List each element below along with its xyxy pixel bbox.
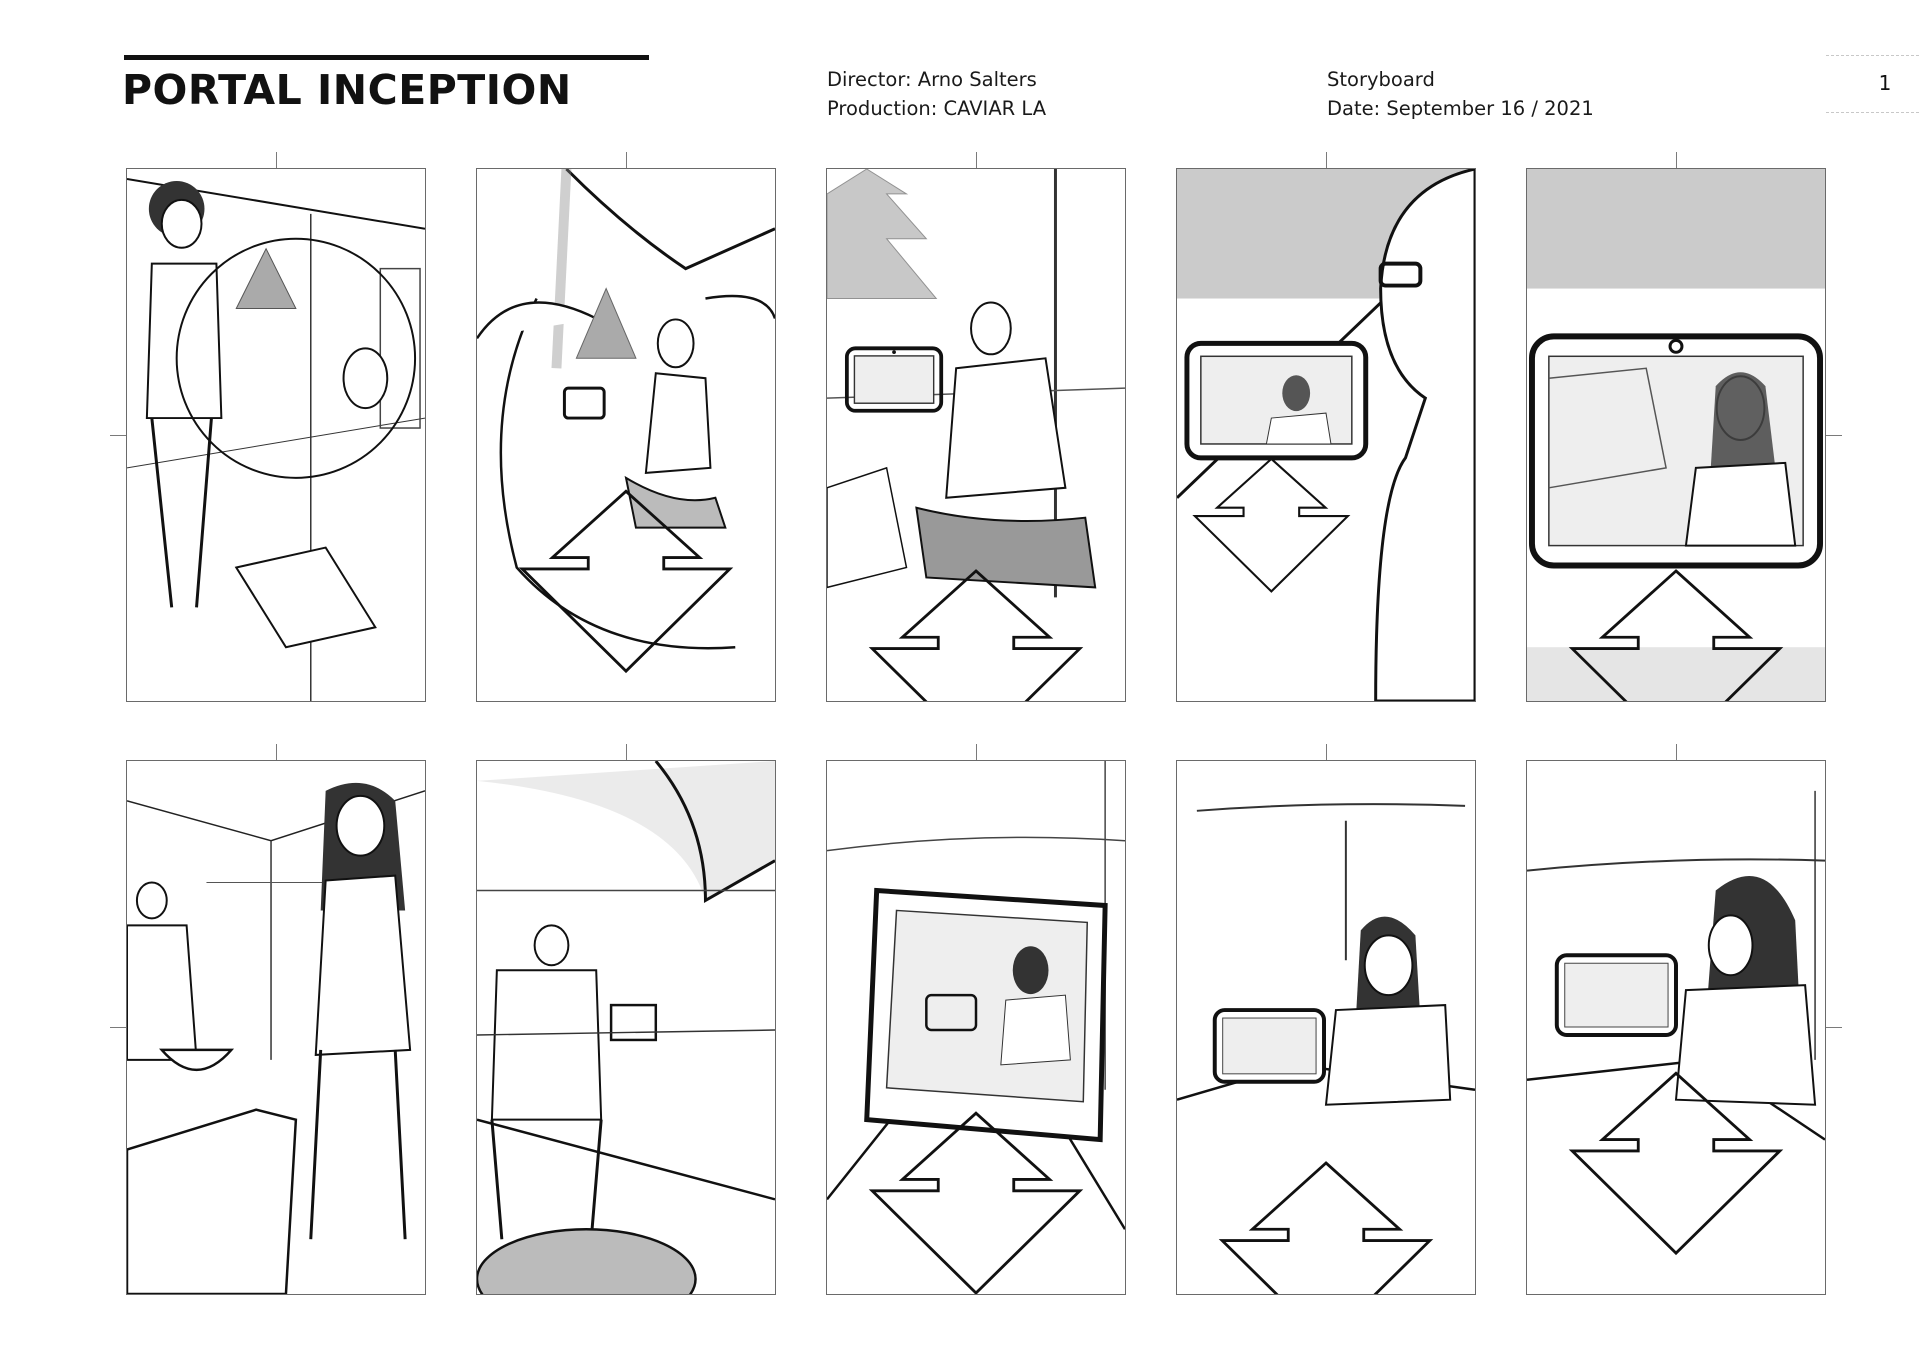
storyboard-panel-2 xyxy=(476,168,776,702)
panel-3-sketch xyxy=(827,169,1125,701)
production-line: Production: CAVIAR LA xyxy=(827,97,1047,120)
storyboard-panel-7 xyxy=(476,760,776,1295)
storyboard-panel-5 xyxy=(1526,168,1826,702)
page-number-box: 1 xyxy=(1826,55,1920,113)
storyboard-panel-10 xyxy=(1526,760,1826,1295)
title-rule xyxy=(124,55,649,60)
page-number: 1 xyxy=(1878,71,1892,95)
document-type: Storyboard xyxy=(1327,68,1435,91)
storyboard-panel-1 xyxy=(126,168,426,702)
storyboard-panel-9 xyxy=(1176,760,1476,1295)
storyboard-panel-4 xyxy=(1176,168,1476,702)
credits-block: Director: Arno Salters Production: CAVIA… xyxy=(827,65,1046,123)
document-date: Date: September 16 / 2021 xyxy=(1327,97,1594,120)
panel-4-sketch xyxy=(1177,169,1475,701)
panel-8-sketch xyxy=(827,761,1125,1294)
panel-7-sketch xyxy=(477,761,775,1294)
panel-10-sketch xyxy=(1527,790,1825,1255)
panel-1-sketch xyxy=(127,177,425,701)
storyboard-panel-6 xyxy=(126,760,426,1295)
panel-6-sketch xyxy=(127,782,425,1294)
page-title: PORTAL INCEPTION xyxy=(122,66,572,114)
director-line: Director: Arno Salters xyxy=(827,68,1037,91)
panel-5-sketch xyxy=(1527,169,1825,701)
panel-2-sketch xyxy=(477,169,775,673)
storyboard-panel-8 xyxy=(826,760,1126,1295)
panel-9-sketch xyxy=(1177,803,1475,1294)
document-info-block: Storyboard Date: September 16 / 2021 xyxy=(1327,65,1594,123)
storyboard-panel-3 xyxy=(826,168,1126,702)
